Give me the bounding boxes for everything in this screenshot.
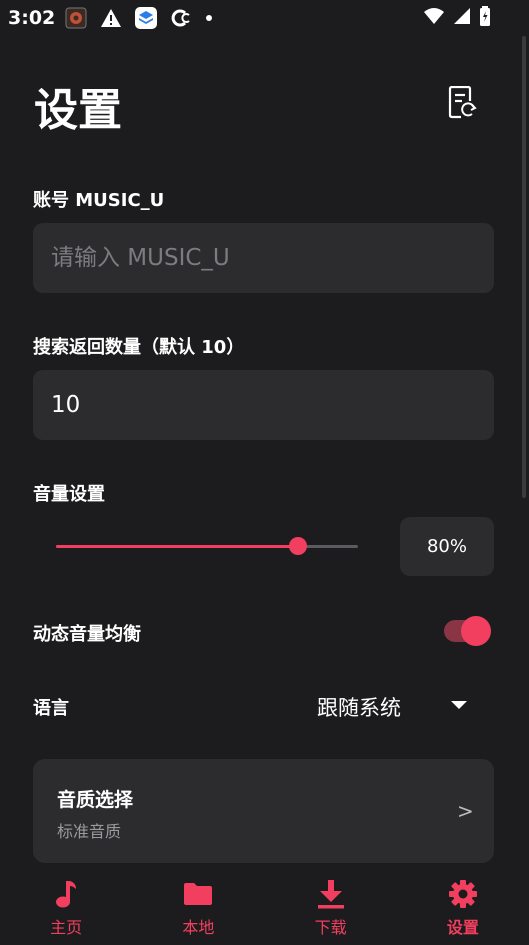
- quality-card[interactable]: 音质选择 标准音质 >: [33, 759, 494, 863]
- nav-item-settings[interactable]: 设置: [397, 868, 529, 945]
- chevron-right-icon: >: [457, 799, 474, 823]
- music-note-icon: [50, 878, 82, 910]
- volume-slider-fill: [56, 545, 298, 548]
- signal-icon: [453, 7, 471, 29]
- gear-icon: [447, 878, 479, 910]
- language-label: 语言: [33, 698, 69, 719]
- volume-value: 80%: [400, 517, 494, 576]
- status-time: 3:02: [8, 7, 56, 29]
- account-label: 账号 MUSIC_U: [33, 190, 165, 211]
- nav-label-home: 主页: [50, 918, 83, 937]
- music-u-input[interactable]: [33, 223, 494, 293]
- bottom-nav: 主页 本地 下载 设置: [0, 868, 529, 945]
- warning-icon: [100, 8, 122, 28]
- quality-subtitle: 标准音质: [57, 822, 122, 841]
- dot-icon: [205, 14, 213, 22]
- status-bar: 3:02: [0, 0, 529, 36]
- folder-icon: [182, 878, 214, 910]
- nav-label-download: 下载: [314, 918, 347, 937]
- log-button[interactable]: [446, 85, 478, 120]
- dynamic-volume-label: 动态音量均衡: [33, 624, 141, 645]
- volume-label: 音量设置: [33, 484, 105, 505]
- nav-item-home[interactable]: 主页: [0, 868, 132, 945]
- dynamic-volume-toggle[interactable]: [444, 616, 491, 646]
- language-dropdown[interactable]: 跟随系统: [317, 692, 401, 722]
- page-title: 设置: [34, 85, 122, 136]
- volume-slider-thumb[interactable]: [288, 537, 307, 555]
- nav-item-local[interactable]: 本地: [132, 868, 264, 945]
- nav-item-download[interactable]: 下载: [265, 868, 397, 945]
- battery-icon: [479, 6, 491, 30]
- nav-label-local: 本地: [182, 918, 215, 937]
- c-app-icon: [170, 8, 192, 28]
- quality-title: 音质选择: [57, 789, 134, 811]
- layers-app-icon: [135, 7, 158, 29]
- dropdown-arrow-icon[interactable]: [451, 701, 467, 709]
- wifi-icon: [423, 7, 445, 29]
- scrollbar[interactable]: [522, 36, 526, 498]
- nav-label-settings: 设置: [446, 918, 479, 937]
- volume-slider[interactable]: [56, 537, 358, 555]
- download-icon: [315, 878, 347, 910]
- app-notification-icon: [65, 7, 87, 29]
- search-count-input[interactable]: [33, 370, 494, 440]
- document-refresh-icon: [448, 85, 477, 119]
- toggle-knob: [461, 616, 491, 646]
- search-count-label: 搜索返回数量（默认 10）: [33, 337, 245, 358]
